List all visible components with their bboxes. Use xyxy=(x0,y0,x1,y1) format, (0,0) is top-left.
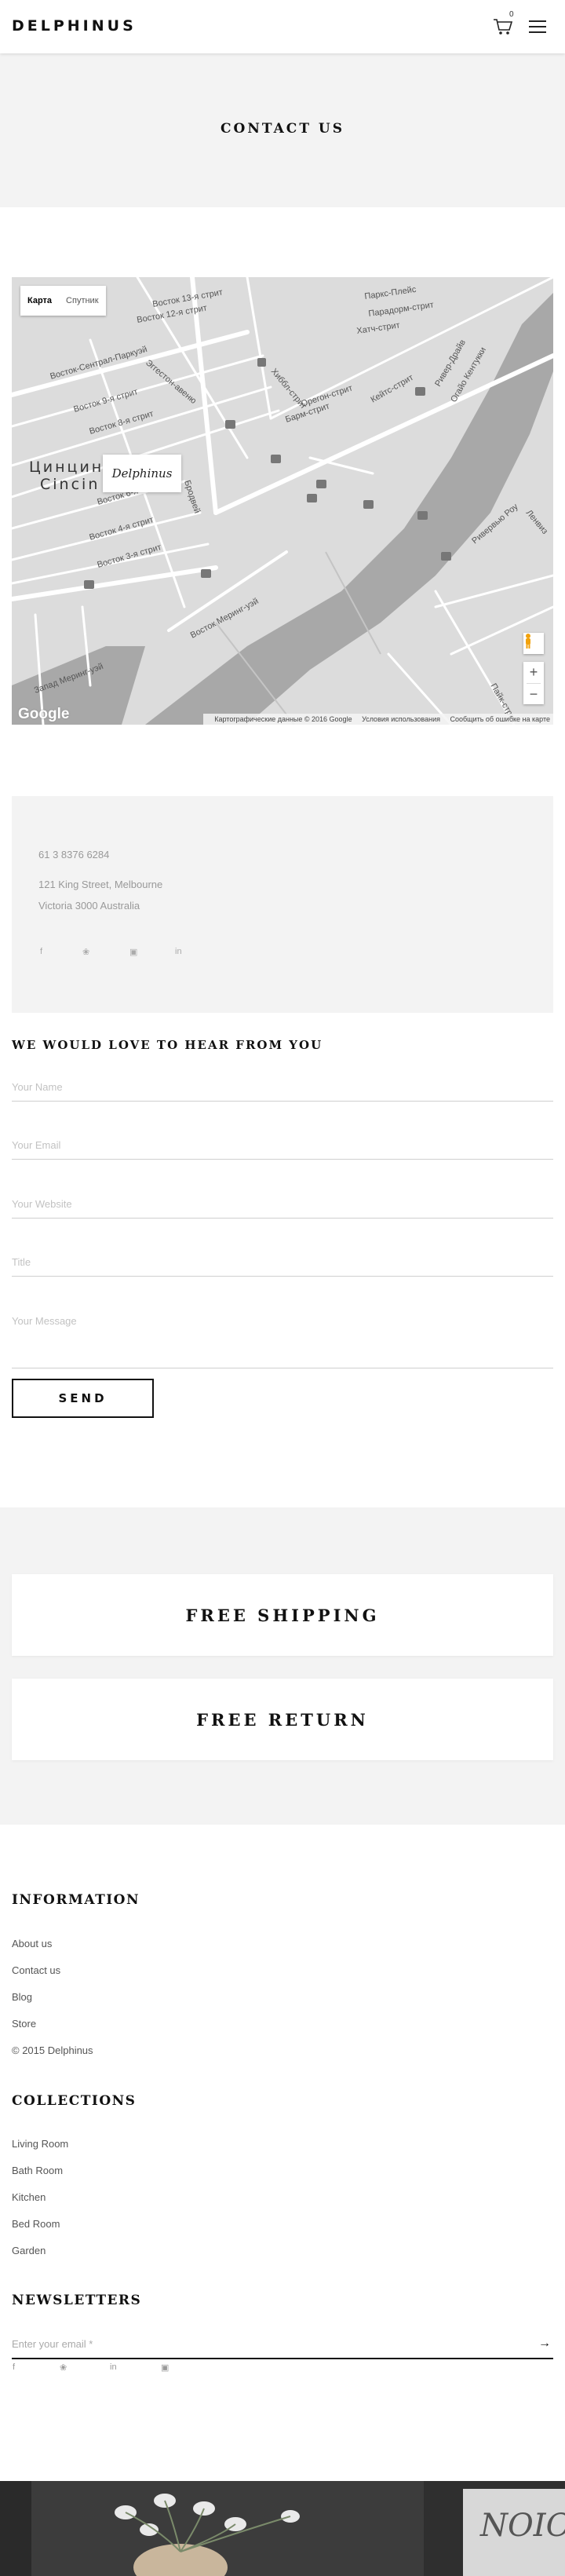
footer-copyright: © 2015 Delphinus xyxy=(12,2044,93,2056)
map-zoom-control: + − xyxy=(523,662,544,704)
cart-count-badge: 0 xyxy=(509,10,514,19)
contact-form-title: WE WOULD LOVE TO HEAR FROM YOU xyxy=(12,1038,323,1052)
contact-info-box: 61 3 8376 6284 121 King Street, Melbourn… xyxy=(12,796,553,1013)
footer-link-bath-room[interactable]: Bath Room xyxy=(12,2165,63,2176)
map-type-toggle[interactable]: Карта Спутник xyxy=(20,286,106,316)
contact-address-line2: Victoria 3000 Australia xyxy=(38,900,140,912)
footer-link-living-room[interactable]: Living Room xyxy=(12,2138,68,2150)
instagram-icon[interactable]: ▣ xyxy=(129,947,137,957)
message-textarea[interactable] xyxy=(12,1315,553,1368)
footer-lifestyle-image: NOIO xyxy=(0,2481,565,2576)
newsletter-submit-arrow-icon[interactable]: → xyxy=(538,2337,551,2351)
email-input[interactable] xyxy=(12,1139,553,1160)
footer-link-store[interactable]: Store xyxy=(12,2018,36,2030)
instagram-icon[interactable]: ▣ xyxy=(161,2362,169,2373)
map-terms-link[interactable]: Условия использования xyxy=(362,715,440,723)
footer-information-heading: INFORMATION xyxy=(12,1892,140,1908)
page-title: CONTACT US xyxy=(221,121,344,137)
footer-link-contact[interactable]: Contact us xyxy=(12,1964,60,1976)
name-input[interactable] xyxy=(12,1081,553,1102)
map[interactable]: Восток 13-я стрит Восток 12-я стрит Вост… xyxy=(12,277,553,725)
footer-link-garden[interactable]: Garden xyxy=(12,2245,46,2256)
linkedin-icon[interactable]: in xyxy=(175,947,182,956)
send-button[interactable]: SEND xyxy=(12,1379,154,1418)
facebook-icon[interactable]: f xyxy=(40,947,42,956)
poster-text: NOIO xyxy=(479,2508,565,2544)
contact-phone: 61 3 8376 6284 xyxy=(38,849,110,860)
free-shipping-card: FREE SHIPPING xyxy=(12,1574,553,1656)
cart-icon[interactable] xyxy=(492,16,514,38)
website-input[interactable] xyxy=(12,1198,553,1219)
twitter-icon[interactable]: ❀ xyxy=(60,2362,67,2373)
google-logo: Google xyxy=(18,706,70,722)
map-report-link[interactable]: Сообщить об ошибке на карте xyxy=(450,715,550,723)
contact-address-line1: 121 King Street, Melbourne xyxy=(38,879,163,890)
footer-link-kitchen[interactable]: Kitchen xyxy=(12,2191,46,2203)
menu-icon[interactable] xyxy=(529,20,546,33)
facebook-icon[interactable]: f xyxy=(13,2362,15,2372)
map-attribution: Картографические данные © 2016 Google Ус… xyxy=(203,714,553,725)
map-type-map[interactable]: Карта xyxy=(20,296,59,305)
zoom-in-button[interactable]: + xyxy=(523,662,544,683)
features-band: FREE SHIPPING FREE RETURN xyxy=(0,1507,565,1825)
twitter-icon[interactable]: ❀ xyxy=(82,947,89,957)
page-title-band: CONTACT US xyxy=(0,53,565,207)
site-header: DELPHINUS 0 xyxy=(0,0,565,53)
street-view-pegman-icon[interactable] xyxy=(523,633,544,654)
map-data-attribution: Картографические данные © 2016 Google xyxy=(214,715,352,723)
map-type-satellite[interactable]: Спутник xyxy=(59,296,105,305)
footer-link-blog[interactable]: Blog xyxy=(12,1991,32,2003)
map-marker-label[interactable]: Delphinus xyxy=(103,455,181,492)
map-canvas[interactable]: Восток 13-я стрит Восток 12-я стрит Вост… xyxy=(12,277,553,725)
map-city-label: Cincin xyxy=(40,476,100,493)
site-logo[interactable]: DELPHINUS xyxy=(12,17,137,35)
linkedin-icon[interactable]: in xyxy=(110,2362,117,2372)
page: DELPHINUS 0 CONTACT US Восток 13-я стрит… xyxy=(0,0,565,2576)
free-return-card: FREE RETURN xyxy=(12,1679,553,1760)
footer-link-bed-room[interactable]: Bed Room xyxy=(12,2218,60,2230)
footer-link-about[interactable]: About us xyxy=(12,1938,52,1949)
map-city-label: Цинцин xyxy=(29,459,104,476)
footer-newsletters-heading: NEWSLETTERS xyxy=(12,2293,142,2308)
newsletter-email-input[interactable] xyxy=(12,2338,553,2359)
title-input[interactable] xyxy=(12,1256,553,1277)
zoom-out-button[interactable]: − xyxy=(523,684,544,705)
footer-collections-heading: COLLECTIONS xyxy=(12,2093,137,2109)
